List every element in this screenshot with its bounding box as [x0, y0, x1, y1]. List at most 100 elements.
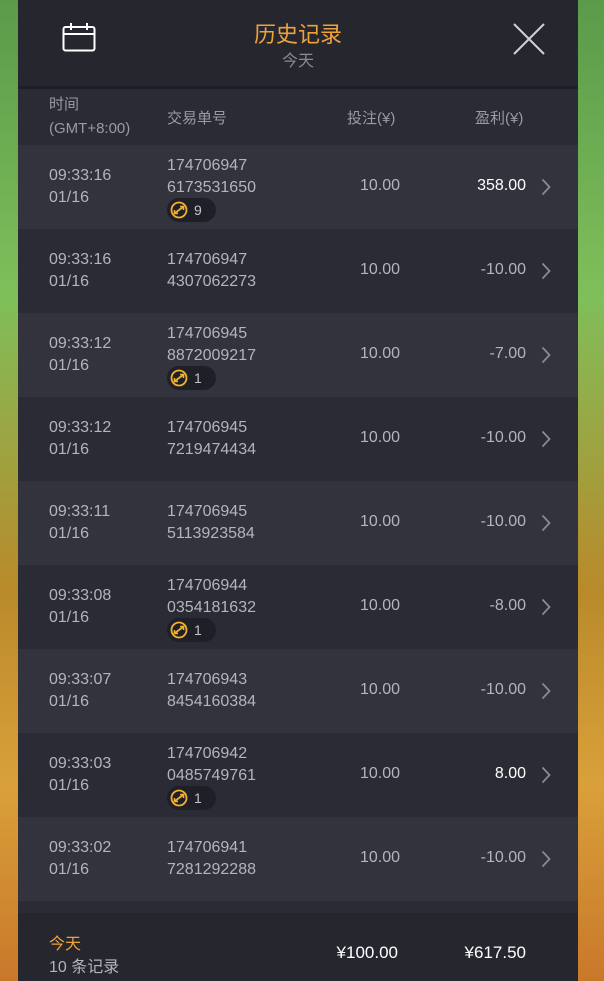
chevron-right-icon[interactable] — [541, 178, 551, 196]
order-id-part1: 174706944 — [167, 577, 248, 594]
row-profit: 358.00 — [477, 177, 526, 194]
row-bet: 10.00 — [359, 177, 400, 194]
free-spin-badge: 1 — [167, 786, 216, 810]
row-time: 09:33:12 — [49, 335, 112, 352]
total-bet: ¥100.00 — [336, 943, 398, 962]
row-date: 01/16 — [49, 861, 90, 878]
history-row[interactable]: 09:33:08 01/16 174706944 0354181632 1 10.00 -8… — [18, 565, 578, 649]
row-bet: 10.00 — [359, 765, 400, 782]
history-row[interactable]: 09:33:12 01/16 174706945 7219474434 10.00 -10… — [18, 397, 578, 481]
spin-icon — [170, 789, 188, 807]
row-timestamp: 09:33:12 01/16 — [49, 417, 111, 461]
free-spin-count: 1 — [194, 622, 202, 638]
row-bet: 10.00 — [359, 681, 400, 698]
order-id-part2: 5113923584 — [167, 525, 255, 542]
order-id-part1: 174706947 — [167, 157, 248, 174]
row-profit: -10.00 — [480, 513, 526, 530]
row-time: 09:33:11 — [49, 503, 111, 520]
history-row[interactable]: 09:33:02 01/16 174706941 7281292288 10.00 -10… — [18, 817, 578, 901]
order-id-part2: 0485749761 — [167, 767, 256, 784]
row-profit: -10.00 — [480, 681, 526, 698]
summary-period-label: 今天 — [49, 936, 82, 953]
row-order-id: 174706942 0485749761 — [167, 743, 256, 787]
close-icon[interactable] — [512, 22, 546, 56]
time-column-header: 时间 (GMT+8:00) — [49, 96, 131, 137]
date-filter-label: 今天 — [281, 53, 314, 70]
row-date: 01/16 — [49, 525, 90, 542]
chevron-right-icon[interactable] — [541, 262, 551, 280]
page-title: 历史记录 — [253, 22, 342, 47]
row-timestamp: 09:33:08 01/16 — [49, 585, 111, 629]
order-id-part2: 7219474434 — [167, 441, 256, 458]
column-headers: 时间 (GMT+8:00) 交易单号 投注(¥) 盈利(¥) — [18, 89, 578, 145]
order-id-part1: 174706943 — [167, 671, 248, 688]
row-bet: 10.00 — [359, 429, 400, 446]
row-profit: 8.00 — [494, 765, 526, 782]
chevron-right-icon[interactable] — [541, 682, 551, 700]
order-id-part2: 4307062273 — [167, 273, 256, 290]
order-id-part1: 174706947 — [167, 251, 248, 268]
row-bet: 10.00 — [359, 345, 400, 362]
order-id-part1: 174706942 — [167, 745, 248, 762]
row-time: 09:33:07 — [49, 671, 112, 688]
row-order-id: 174706947 6173531650 — [167, 155, 256, 199]
chevron-right-icon[interactable] — [541, 850, 551, 868]
row-order-id: 174706945 5113923584 — [167, 501, 255, 545]
order-id-part2: 8454160384 — [167, 693, 256, 710]
row-timestamp: 09:33:16 01/16 — [49, 165, 111, 209]
row-profit: -7.00 — [489, 345, 526, 362]
row-profit: -10.00 — [480, 261, 526, 278]
order-id-part1: 174706945 — [167, 503, 248, 520]
history-row[interactable]: 09:33:07 01/16 174706943 8454160384 10.00 -10… — [18, 649, 578, 733]
order-id-column-header: 交易单号 — [167, 110, 228, 127]
row-profit: -10.00 — [480, 429, 526, 446]
free-spin-count: 1 — [194, 790, 202, 806]
row-bet: 10.00 — [359, 261, 400, 278]
history-row[interactable]: 09:33:03 01/16 174706942 0485749761 1 10.00 8.… — [18, 733, 578, 817]
row-date: 01/16 — [49, 441, 90, 458]
row-timestamp: 09:33:03 01/16 — [49, 753, 111, 797]
chevron-right-icon[interactable] — [541, 766, 551, 784]
row-time: 09:33:16 — [49, 167, 112, 184]
free-spin-badge: 1 — [167, 366, 216, 390]
row-time: 09:33:12 — [49, 419, 112, 436]
chevron-right-icon[interactable] — [541, 430, 551, 448]
row-order-id: 174706945 8872009217 — [167, 323, 256, 367]
record-count: 10 条记录 — [49, 959, 120, 976]
row-date: 01/16 — [49, 693, 90, 710]
row-timestamp: 09:33:11 01/16 — [49, 501, 110, 545]
row-timestamp: 09:33:16 01/16 — [49, 249, 111, 293]
row-profit: -8.00 — [489, 597, 526, 614]
row-time: 09:33:08 — [49, 587, 112, 604]
row-order-id: 174706947 4307062273 — [167, 249, 256, 293]
history-panel: 历史记录 今天 时间 (GMT+8:00) 交易单号 投注(¥) 盈利(¥) 0… — [18, 0, 578, 981]
row-order-id: 174706943 8454160384 — [167, 669, 256, 713]
row-time: 09:33:02 — [49, 839, 112, 856]
history-row[interactable]: 09:33:12 01/16 174706945 8872009217 1 10.00 -7… — [18, 313, 578, 397]
row-time: 09:33:16 — [49, 251, 112, 268]
free-spin-count: 1 — [194, 370, 202, 386]
row-date: 01/16 — [49, 609, 90, 626]
row-timestamp: 09:33:07 01/16 — [49, 669, 111, 713]
row-order-id: 174706944 0354181632 — [167, 575, 256, 619]
spin-icon — [170, 369, 188, 387]
chevron-right-icon[interactable] — [541, 598, 551, 616]
chevron-right-icon[interactable] — [541, 514, 551, 532]
header: 历史记录 今天 — [18, 0, 578, 89]
order-id-part2: 6173531650 — [167, 179, 256, 196]
history-row[interactable]: 09:33:16 01/16 174706947 4307062273 10.00 -10… — [18, 229, 578, 313]
free-spin-badge: 1 — [167, 618, 216, 642]
chevron-right-icon[interactable] — [541, 346, 551, 364]
row-date: 01/16 — [49, 189, 90, 206]
history-row[interactable]: 09:33:16 01/16 174706947 6173531650 9 10.00 35… — [18, 145, 578, 229]
total-profit: ¥617.50 — [464, 943, 526, 962]
history-row[interactable]: 09:33:11 01/16 174706945 5113923584 10.00 -10… — [18, 481, 578, 565]
summary-footer: 今天 10 条记录 ¥100.00 ¥617.50 — [18, 913, 578, 981]
spin-icon — [170, 621, 188, 639]
row-bet: 10.00 — [359, 597, 400, 614]
row-date: 01/16 — [49, 273, 90, 290]
profit-column-header: 盈利(¥) — [475, 110, 524, 127]
order-id-part2: 0354181632 — [167, 599, 256, 616]
free-spin-badge: 9 — [167, 198, 216, 222]
order-id-part1: 174706945 — [167, 419, 248, 436]
